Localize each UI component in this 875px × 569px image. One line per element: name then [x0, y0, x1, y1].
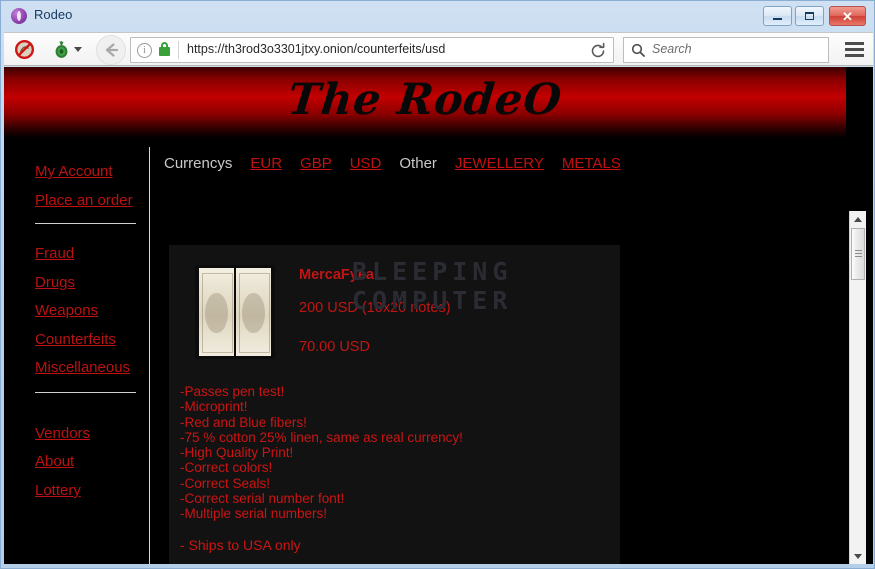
scroll-down-arrow-icon[interactable]	[850, 548, 866, 564]
product-feature-1: -Microprint!	[180, 399, 248, 415]
product-feature-6: -Correct Seals!	[180, 475, 271, 491]
sidebar-item-lottery[interactable]: Lottery	[35, 482, 81, 499]
maximize-button[interactable]	[795, 6, 824, 26]
product-feature-0: -Passes pen test!	[180, 384, 285, 399]
nav-link-usd[interactable]: USD	[350, 155, 382, 172]
banknote-image-back	[236, 268, 271, 356]
hamburger-menu-icon[interactable]	[845, 42, 864, 57]
page-viewport: The RodeO My Account Place an order Fraud D…	[4, 67, 873, 564]
back-button[interactable]	[96, 35, 126, 65]
nav-link-jewellery[interactable]: JEWELLERY	[455, 155, 544, 172]
window-title-bar: Rodeo ✕	[1, 1, 874, 31]
nav-link-metals[interactable]: METALS	[562, 155, 621, 172]
product-title[interactable]: 200 USD (10x20 notes)	[299, 300, 451, 316]
sidebar-item-miscellaneous[interactable]: Miscellaneous	[35, 359, 130, 376]
browser-window: Rodeo ✕ i https://th3rod3o3301jtxy.onion…	[0, 0, 875, 569]
padlock-icon	[159, 42, 170, 56]
minimize-icon	[764, 7, 791, 25]
sidebar-navigation: My Account Place an order Fraud Drugs Weapon…	[4, 138, 149, 564]
url-bar[interactable]: i https://th3rod3o3301jtxy.onion/counter…	[130, 37, 614, 63]
close-button[interactable]: ✕	[829, 6, 866, 26]
banknote-image-front	[199, 268, 234, 356]
product-listing-panel[interactable]: MercaFyea 200 USD (10x20 notes) 70.00 US…	[169, 245, 620, 564]
sidebar-item-fraud[interactable]: Fraud	[35, 245, 74, 262]
nav-label-currencys: Currencys	[164, 155, 233, 172]
site-info-icon[interactable]: i	[137, 43, 152, 58]
product-feature-2: -Red and Blue fibers!	[180, 414, 307, 430]
product-feature-7: -Correct serial number font!	[180, 491, 345, 507]
sidebar-item-place-an-order[interactable]: Place an order	[35, 192, 133, 209]
noscript-icon[interactable]	[15, 40, 34, 59]
minimize-button[interactable]	[763, 6, 792, 26]
banner-right-edge	[846, 67, 873, 138]
sidebar-item-about[interactable]: About	[35, 453, 74, 470]
maximize-icon	[796, 7, 823, 25]
product-feature-8: -Multiple serial numbers!	[180, 506, 328, 522]
sidebar-item-drugs[interactable]: Drugs	[35, 274, 75, 291]
search-icon	[631, 43, 645, 57]
sidebar-section-divider	[35, 392, 136, 393]
product-feature-4: -High Quality Print!	[180, 445, 294, 461]
sidebar-item-my-account[interactable]: My Account	[35, 163, 113, 180]
browser-toolbar: i https://th3rod3o3301jtxy.onion/counter…	[4, 32, 873, 66]
sidebar-item-counterfeits[interactable]: Counterfeits	[35, 331, 116, 348]
chevron-down-icon[interactable]	[74, 47, 82, 52]
nav-link-gbp[interactable]: GBP	[300, 155, 332, 172]
sidebar-item-weapons[interactable]: Weapons	[35, 302, 98, 319]
close-icon: ✕	[842, 8, 853, 24]
product-feature-3: -75 % cotton 25% linen, same as real cur…	[180, 429, 463, 445]
tor-browser-icon	[11, 8, 27, 24]
sidebar-divider	[149, 147, 150, 564]
site-logo-text: The RodeO	[285, 75, 565, 125]
scrollbar-thumb[interactable]	[851, 228, 865, 280]
back-arrow-icon	[105, 43, 119, 57]
window-title: Rodeo	[34, 7, 73, 22]
site-banner: The RodeO	[4, 67, 846, 138]
product-price: 70.00 USD	[299, 339, 370, 355]
tor-onion-icon[interactable]	[52, 40, 71, 59]
product-thumbnail[interactable]	[195, 265, 275, 359]
nav-label-other: Other	[399, 155, 437, 172]
category-nav: Currencys EUR GBP USD Other JEWELLERY METALS	[164, 155, 639, 177]
url-text[interactable]: https://th3rod3o3301jtxy.onion/counterfe…	[187, 42, 445, 56]
sidebar-section-divider	[35, 223, 136, 224]
reload-icon[interactable]	[589, 42, 607, 60]
sidebar-item-vendors[interactable]: Vendors	[35, 425, 90, 442]
product-feature-list: -Passes pen test! -Microprint! -Red and Bl…	[180, 384, 610, 522]
shipping-note: - Ships to USA only	[180, 537, 301, 553]
url-divider	[178, 41, 179, 59]
nav-link-eur[interactable]: EUR	[250, 155, 282, 172]
product-feature-5: -Correct colors!	[180, 460, 273, 476]
search-placeholder: Search	[652, 42, 692, 56]
page-scrollbar[interactable]	[849, 211, 866, 564]
product-vendor-link[interactable]: MercaFyea	[299, 267, 374, 283]
search-input[interactable]: Search	[623, 37, 829, 63]
scroll-up-arrow-icon[interactable]	[850, 211, 866, 227]
